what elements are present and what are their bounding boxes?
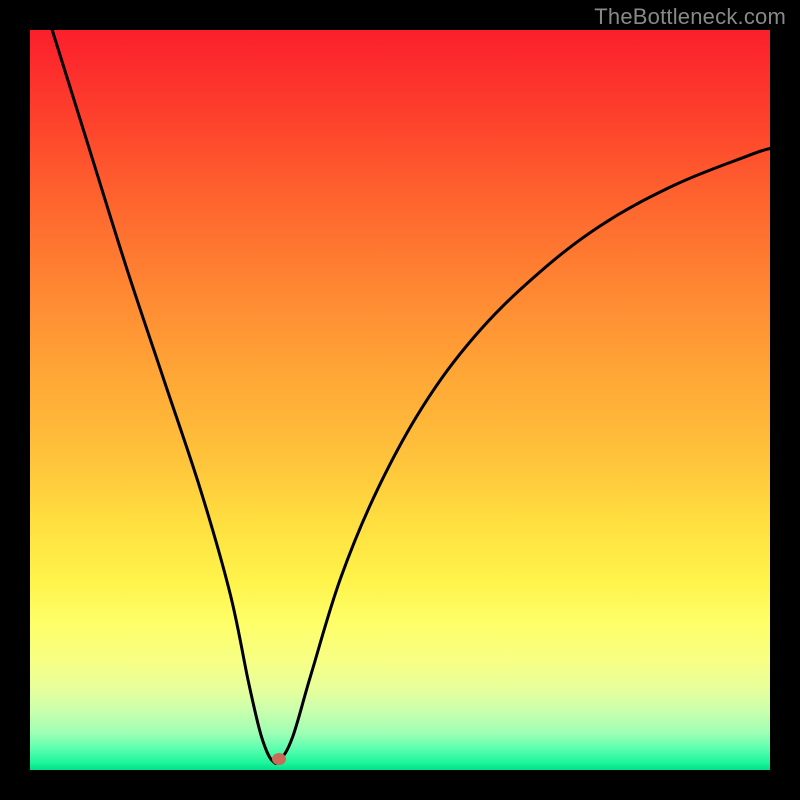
bottleneck-marker-dot: [272, 753, 286, 765]
chart-frame: TheBottleneck.com: [0, 0, 800, 800]
watermark-text: TheBottleneck.com: [594, 4, 786, 30]
bottleneck-curve: [30, 30, 770, 770]
plot-area: [30, 30, 770, 770]
